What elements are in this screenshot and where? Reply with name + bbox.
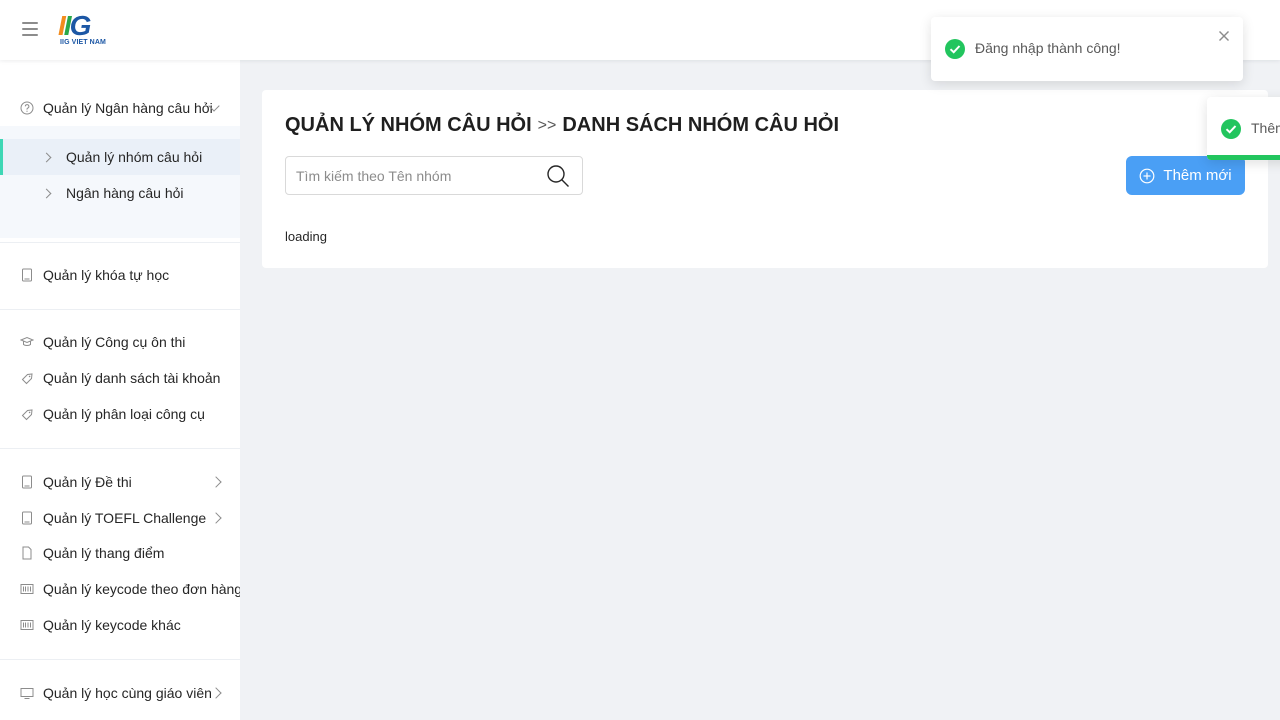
barcode-icon	[20, 582, 34, 596]
book-icon	[20, 511, 34, 525]
sidebar-divider	[0, 659, 240, 660]
add-new-button[interactable]: Thêm mới	[1126, 156, 1245, 195]
sidebar-item-label: Quản lý phân loại công cụ	[43, 406, 205, 422]
sidebar-item-account-list[interactable]: Quản lý danh sách tài khoản	[0, 360, 240, 396]
chevron-right-icon	[210, 512, 222, 524]
sidebar-item-toefl-challenge[interactable]: Quản lý TOEFL Challenge	[0, 500, 240, 536]
sidebar-divider	[0, 309, 240, 310]
toast-message: Đăng nhập thành công!	[975, 40, 1121, 56]
sidebar-item-label: Quản lý khóa tự học	[43, 267, 170, 283]
sidebar-item-order-keycodes[interactable]: Quản lý keycode theo đơn hàng	[0, 571, 240, 607]
book-icon	[20, 475, 34, 489]
barcode-icon	[20, 618, 34, 632]
loading-text: loading	[285, 229, 327, 244]
sidebar: Quản lý Ngân hàng câu hỏi Quản lý nhóm c…	[0, 60, 240, 720]
sidebar-item-label: Quản lý học cùng giáo viên	[43, 685, 212, 701]
sidebar-item-tool-categories[interactable]: Quản lý phân loại công cụ	[0, 396, 240, 432]
sidebar-item-question-bank[interactable]: Quản lý Ngân hàng câu hỏi	[0, 90, 240, 126]
sidebar-item-label: Quản lý Ngân hàng câu hỏi	[43, 100, 213, 116]
sidebar-item-self-study-courses[interactable]: Quản lý khóa tự học	[0, 257, 240, 293]
check-circle-icon	[1221, 119, 1241, 139]
toast-login-success: Đăng nhập thành công!	[931, 17, 1243, 81]
sidebar-item-other-keycodes[interactable]: Quản lý keycode khác	[0, 607, 240, 643]
sidebar-divider	[0, 242, 240, 243]
tag-icon	[20, 407, 34, 421]
sidebar-item-label: Quản lý Đề thi	[43, 474, 132, 490]
brand-logo[interactable]: IIG IIG VIET NAM	[58, 10, 112, 47]
chevron-right-icon	[210, 687, 222, 699]
chevron-right-icon	[41, 188, 52, 198]
tag-icon	[20, 371, 34, 385]
graduation-cap-icon	[20, 335, 34, 349]
question-circle-icon	[20, 101, 34, 115]
toast-message: Thêm	[1251, 120, 1280, 136]
sidebar-item-label: Quản lý thang điểm	[43, 545, 165, 561]
close-icon[interactable]	[1217, 29, 1231, 43]
sidebar-subitem-question-bank[interactable]: Ngân hàng câu hỏi	[0, 175, 240, 211]
book-icon	[20, 268, 34, 282]
plus-circle-icon	[1139, 168, 1155, 184]
monitor-icon	[20, 686, 34, 700]
sidebar-subitem-label: Quản lý nhóm câu hỏi	[66, 149, 203, 165]
sidebar-item-exams[interactable]: Quản lý Đề thi	[0, 464, 240, 500]
check-circle-icon	[945, 39, 965, 59]
sidebar-subitem-label: Ngân hàng câu hỏi	[66, 185, 184, 201]
logo-subtitle: IIG VIET NAM	[60, 39, 106, 46]
breadcrumb-parent[interactable]: QUẢN LÝ NHÓM CÂU HỎI	[285, 114, 532, 136]
file-icon	[20, 546, 34, 560]
breadcrumb-separator: >>	[537, 117, 557, 134]
sidebar-item-label: Quản lý Công cụ ôn thi	[43, 334, 186, 350]
search-icon[interactable]	[546, 164, 570, 188]
sidebar-item-label: Quản lý TOEFL Challenge	[43, 510, 207, 526]
search-input[interactable]	[296, 165, 536, 187]
sidebar-divider	[0, 448, 240, 449]
sidebar-item-learn-with-teacher[interactable]: Quản lý học cùng giáo viên	[0, 675, 240, 711]
sidebar-item-label: Quản lý danh sách tài khoản	[43, 370, 221, 386]
toast-progress-bar	[1207, 155, 1280, 160]
chevron-right-icon	[41, 152, 52, 162]
chevron-right-icon	[210, 476, 222, 488]
sidebar-item-label: Quản lý keycode theo đơn hàng	[43, 581, 240, 597]
add-new-label: Thêm mới	[1163, 167, 1232, 184]
sidebar-item-exam-tools[interactable]: Quản lý Công cụ ôn thi	[0, 324, 240, 360]
content-card: QUẢN LÝ NHÓM CÂU HỎI >> DANH SÁCH NHÓM CÂU…	[262, 90, 1268, 268]
toast-add-partial: Thêm	[1207, 97, 1280, 160]
sidebar-item-score-scale[interactable]: Quản lý thang điểm	[0, 535, 240, 571]
sidebar-item-label: Quản lý keycode khác	[43, 617, 181, 633]
breadcrumb: QUẢN LÝ NHÓM CÂU HỎI >> DANH SÁCH NHÓM CÂU…	[285, 114, 839, 137]
search-box	[285, 156, 583, 195]
breadcrumb-current: DANH SÁCH NHÓM CÂU HỎI	[562, 114, 840, 136]
sidebar-subitem-question-groups[interactable]: Quản lý nhóm câu hỏi	[0, 139, 240, 175]
menu-toggle-icon[interactable]	[22, 22, 38, 36]
logo-mark: IIG	[58, 10, 91, 41]
